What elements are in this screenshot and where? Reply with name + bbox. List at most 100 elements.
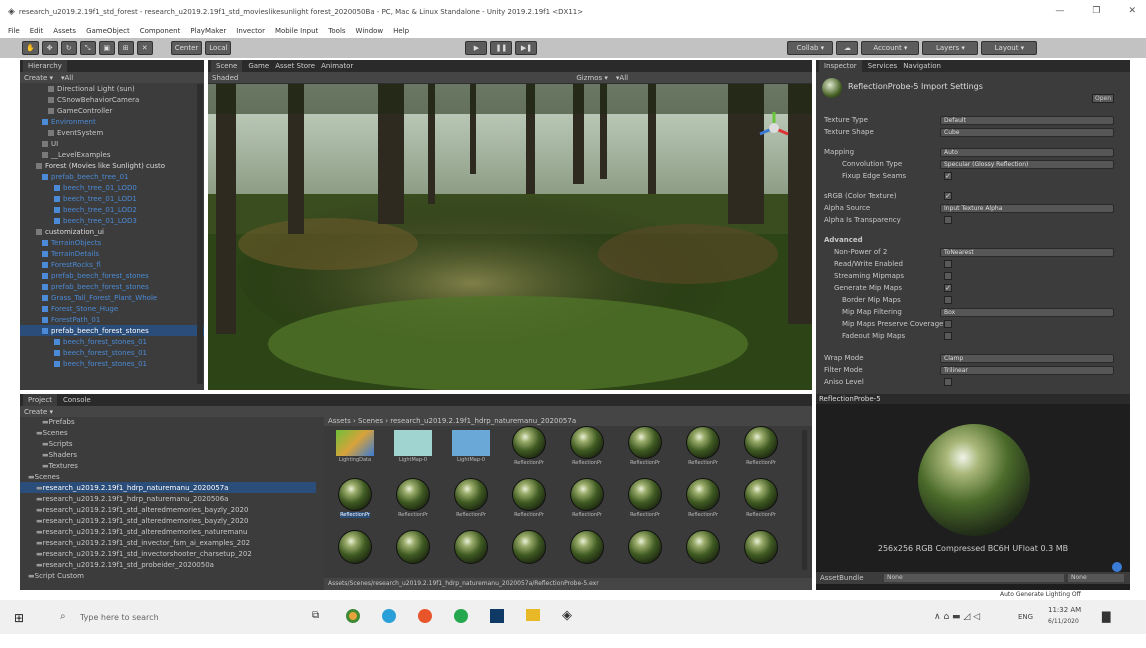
transform-tool-icon[interactable]: ⊞ (117, 41, 134, 55)
inspector-checkbox[interactable] (944, 332, 952, 340)
whatsapp-icon[interactable] (454, 609, 468, 623)
asset-thumbnail[interactable]: ReflectionPr (506, 478, 552, 518)
project-tree-item[interactable]: ▬ research_u2019.2.19f1_std_alteredmemor… (20, 526, 316, 537)
tab-animator[interactable]: Animator (321, 62, 353, 70)
project-tree-item[interactable]: ▬ Scenes (20, 427, 316, 438)
project-tree-item[interactable]: ▬ Script Custom (20, 570, 316, 581)
asset-thumbnail[interactable] (506, 530, 552, 570)
tab-hierarchy[interactable]: Hierarchy (23, 60, 67, 72)
scene-search-filter[interactable]: ▾All (616, 74, 628, 82)
pause-button[interactable]: ❚❚ (490, 41, 513, 55)
account-button[interactable]: Account ▾ (861, 41, 920, 55)
menu-file[interactable]: File (8, 27, 20, 35)
menu-edit[interactable]: Edit (30, 27, 44, 35)
chrome-icon[interactable] (346, 609, 360, 623)
hierarchy-row[interactable]: beech_tree_01_LOD3 (20, 215, 204, 226)
inspector-dropdown[interactable]: Input Texture Alpha (940, 204, 1114, 213)
photoshop-icon[interactable] (490, 609, 504, 623)
notification-icon[interactable]: ▇ (1102, 610, 1110, 623)
inspector-checkbox[interactable] (944, 260, 952, 268)
inspector-dropdown[interactable]: Specular (Glossy Reflection) (940, 160, 1114, 169)
hierarchy-row[interactable]: ForestRocks_fl (20, 259, 204, 270)
asset-thumbnail[interactable]: LightingData (332, 426, 378, 466)
inspector-checkbox[interactable]: ✓ (944, 284, 952, 292)
edge-icon[interactable] (382, 609, 396, 623)
scene-viewport[interactable] (208, 84, 812, 390)
project-tree-item[interactable]: ▬ research_u2019.2.19f1_std_alteredmemor… (20, 504, 316, 515)
asset-thumbnail[interactable]: ReflectionPr (564, 426, 610, 466)
inspector-dropdown[interactable]: Clamp (940, 354, 1114, 363)
hierarchy-row[interactable]: beech_tree_01_LOD2 (20, 204, 204, 215)
inspector-checkbox[interactable] (944, 272, 952, 280)
shading-mode-dropdown[interactable]: Shaded (212, 74, 238, 82)
hierarchy-row[interactable]: beech_tree_01_LOD1 (20, 193, 204, 204)
tab-project[interactable]: Project (23, 394, 57, 406)
project-tree-item[interactable]: ▬ Shaders (20, 449, 316, 460)
project-tree-item[interactable]: ▬ research_u2019.2.19f1_std_invector_fsm… (20, 537, 316, 548)
asset-thumbnail[interactable] (564, 530, 610, 570)
project-tree-item[interactable]: ▬ research_u2019.2.19f1_hdrp_naturemanu_… (20, 493, 316, 504)
play-button[interactable]: ▶ (465, 41, 488, 55)
asset-thumbnail[interactable] (448, 530, 494, 570)
hierarchy-row[interactable]: beech_tree_01_LOD0 (20, 182, 204, 193)
windows-start-icon[interactable]: ⊞ (14, 611, 24, 625)
asset-thumbnail[interactable] (622, 530, 668, 570)
minimize-button[interactable]: — (1055, 6, 1064, 16)
hierarchy-row[interactable]: CSnowBehaviorCamera (20, 94, 204, 105)
menu-window[interactable]: Window (356, 27, 384, 35)
inspector-checkbox[interactable]: ✓ (944, 172, 952, 180)
inspector-checkbox[interactable] (944, 216, 952, 224)
system-tray-icons[interactable]: ∧ ⌂ ▬ ◿ ◁ (934, 612, 980, 622)
taskbar-search-input[interactable]: Type here to search (80, 613, 159, 622)
hand-tool-icon[interactable]: ✋ (22, 41, 39, 55)
hierarchy-row[interactable]: beech_forest_stones_01 (20, 347, 204, 358)
unity-taskbar-icon[interactable]: ◈ (562, 608, 572, 623)
move-tool-icon[interactable]: ✥ (41, 41, 58, 55)
inspector-checkbox[interactable] (944, 296, 952, 304)
asset-thumbnail[interactable]: ReflectionPr (680, 426, 726, 466)
hierarchy-create-button[interactable]: Create ▾ (24, 74, 53, 82)
hierarchy-search-filter[interactable]: ▾All (61, 74, 73, 82)
asset-thumbnail[interactable]: ReflectionPr (622, 478, 668, 518)
project-tree-item[interactable]: ▬ research_u2019.2.19f1_std_probeider_20… (20, 559, 316, 570)
inspector-dropdown[interactable]: Trilinear (940, 366, 1114, 375)
project-tree-item[interactable]: ▬ research_u2019.2.19f1_std_alteredmemor… (20, 515, 316, 526)
project-tree-item[interactable]: ▬ Scenes (20, 471, 316, 482)
menu-assets[interactable]: Assets (53, 27, 76, 35)
hierarchy-row[interactable]: Grass_Tall_Forest_Plant_Whole (20, 292, 204, 303)
hierarchy-scrollbar[interactable] (197, 84, 203, 384)
asset-thumbnail[interactable]: ReflectionPr (738, 426, 784, 466)
menu-help[interactable]: Help (393, 27, 409, 35)
asset-thumbnail[interactable]: ReflectionPr (506, 426, 552, 466)
assetbundle-dropdown[interactable]: None (884, 574, 1064, 582)
inspector-checkbox[interactable]: ✓ (944, 192, 952, 200)
project-create-button[interactable]: Create ▾ (24, 408, 53, 416)
tab-services[interactable]: Services (868, 62, 898, 70)
scale-tool-icon[interactable]: ⤡ (79, 41, 96, 55)
asset-thumbnail[interactable]: LightMap-0 (390, 426, 436, 466)
project-tree-item[interactable]: ▬ Scripts (20, 438, 316, 449)
tab-inspector[interactable]: Inspector (819, 60, 862, 72)
hierarchy-row[interactable]: TerrainDetails (20, 248, 204, 259)
rotate-tool-icon[interactable]: ↻ (60, 41, 77, 55)
cloud-icon[interactable]: ☁ (836, 41, 859, 55)
gizmos-dropdown[interactable]: Gizmos ▾ (576, 74, 608, 82)
inspector-dropdown[interactable]: Auto (940, 148, 1114, 157)
custom-tool-icon[interactable]: ✕ (136, 41, 153, 55)
hierarchy-row[interactable]: customization_ui (20, 226, 204, 237)
asset-thumbnail[interactable]: ReflectionPr (564, 478, 610, 518)
tab-game[interactable]: Game (248, 62, 269, 70)
lighting-indicator-icon[interactable] (1112, 562, 1122, 572)
asset-breadcrumb[interactable]: Assets › Scenes › research_u2019.2.19f1_… (324, 416, 812, 426)
inspector-checkbox[interactable] (944, 378, 952, 386)
tab-navigation[interactable]: Navigation (903, 62, 941, 70)
menu-gameobject[interactable]: GameObject (86, 27, 130, 35)
close-button[interactable]: ✕ (1128, 6, 1136, 16)
project-tree-item[interactable]: ▬ Textures (20, 460, 316, 471)
hierarchy-row[interactable]: beech_forest_stones_01 (20, 336, 204, 347)
hierarchy-row[interactable]: GameController (20, 105, 204, 116)
maximize-button[interactable]: ❐ (1092, 6, 1100, 16)
hierarchy-row[interactable]: Forest_Stone_Huge (20, 303, 204, 314)
open-button[interactable]: Open (1092, 94, 1114, 103)
inspector-dropdown[interactable]: ToNearest (940, 248, 1114, 257)
